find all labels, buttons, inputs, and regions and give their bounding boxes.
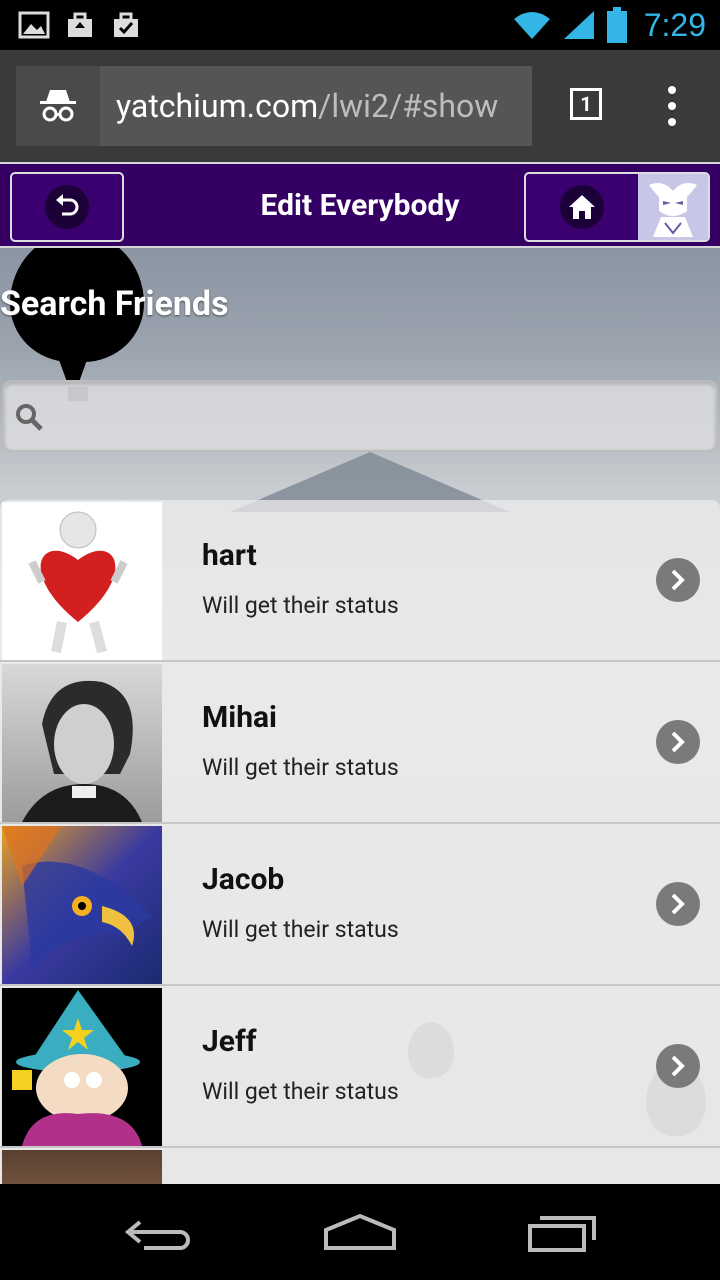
search-input[interactable] [54, 392, 708, 442]
undo-icon [45, 185, 89, 229]
chevron-right-icon[interactable] [656, 558, 700, 602]
battery-icon [606, 7, 627, 43]
list-item-jacob[interactable]: Jacob Will get their status [0, 824, 720, 986]
back-button[interactable] [10, 172, 124, 242]
url-text[interactable]: yatchium.com/lwi2/#show [116, 66, 526, 146]
chevron-right-icon[interactable] [656, 720, 700, 764]
friend-status: Will get their status [202, 1078, 399, 1105]
image-icon [18, 11, 50, 39]
jester-avatar-icon [649, 183, 697, 237]
chevron-right-icon[interactable] [656, 882, 700, 926]
overflow-menu-icon[interactable] [660, 86, 684, 126]
incognito-icon [16, 66, 100, 146]
url-host: yatchium.com [116, 87, 319, 125]
profile-avatar-button[interactable] [638, 174, 708, 240]
friends-list: hart Will get their status Mihai Will ge… [0, 500, 720, 1184]
friend-thumbnail-jacob [2, 826, 162, 984]
clock: 7:29 [643, 6, 706, 43]
friend-name: Jacob [202, 862, 285, 897]
friend-name: Jeff [202, 1024, 257, 1059]
list-item-jeff[interactable]: Jeff Will get their status [0, 986, 720, 1148]
wifi-icon [513, 12, 550, 39]
web-page: Edit Everybody Search Friends hart Will … [0, 162, 720, 1184]
recent-apps-icon[interactable] [522, 1208, 602, 1258]
friend-thumbnail-jeff [2, 988, 162, 1146]
url-path: /lwi2/#show [318, 87, 499, 125]
friend-name: hart [202, 538, 257, 573]
page-header: Edit Everybody [0, 162, 720, 248]
browser-toolbar: yatchium.com/lwi2/#show 1 [0, 50, 720, 162]
friend-status: Will get their status [202, 592, 399, 619]
briefcase-upload-icon [68, 12, 92, 37]
home-group [524, 172, 710, 242]
friend-status: Will get their status [202, 754, 399, 781]
home-icon [560, 185, 604, 229]
home-button[interactable] [526, 174, 638, 240]
search-box[interactable] [2, 380, 718, 452]
friend-status: Will get their status [202, 916, 399, 943]
briefcase-check-icon [114, 12, 138, 37]
chevron-right-icon[interactable] [656, 1044, 700, 1088]
back-nav-icon[interactable] [120, 1208, 200, 1258]
friend-thumbnail-hart [2, 502, 162, 660]
signal-icon [563, 11, 594, 39]
list-item-mihai[interactable]: Mihai Will get their status [0, 662, 720, 824]
list-item-hart[interactable]: hart Will get their status [0, 500, 720, 662]
friend-thumbnail-partial [2, 1150, 162, 1184]
system-nav-bar [0, 1184, 720, 1280]
search-icon [16, 404, 43, 431]
friend-thumbnail-mihai [2, 664, 162, 822]
tab-switcher-button[interactable]: 1 [570, 88, 602, 120]
url-bar[interactable]: yatchium.com/lwi2/#show [16, 66, 532, 146]
friend-name: Mihai [202, 700, 277, 735]
home-nav-icon[interactable] [320, 1208, 400, 1258]
list-item-partial[interactable] [0, 1148, 720, 1184]
status-bar: 7:29 [0, 0, 720, 50]
search-heading: Search Friends [0, 284, 229, 324]
